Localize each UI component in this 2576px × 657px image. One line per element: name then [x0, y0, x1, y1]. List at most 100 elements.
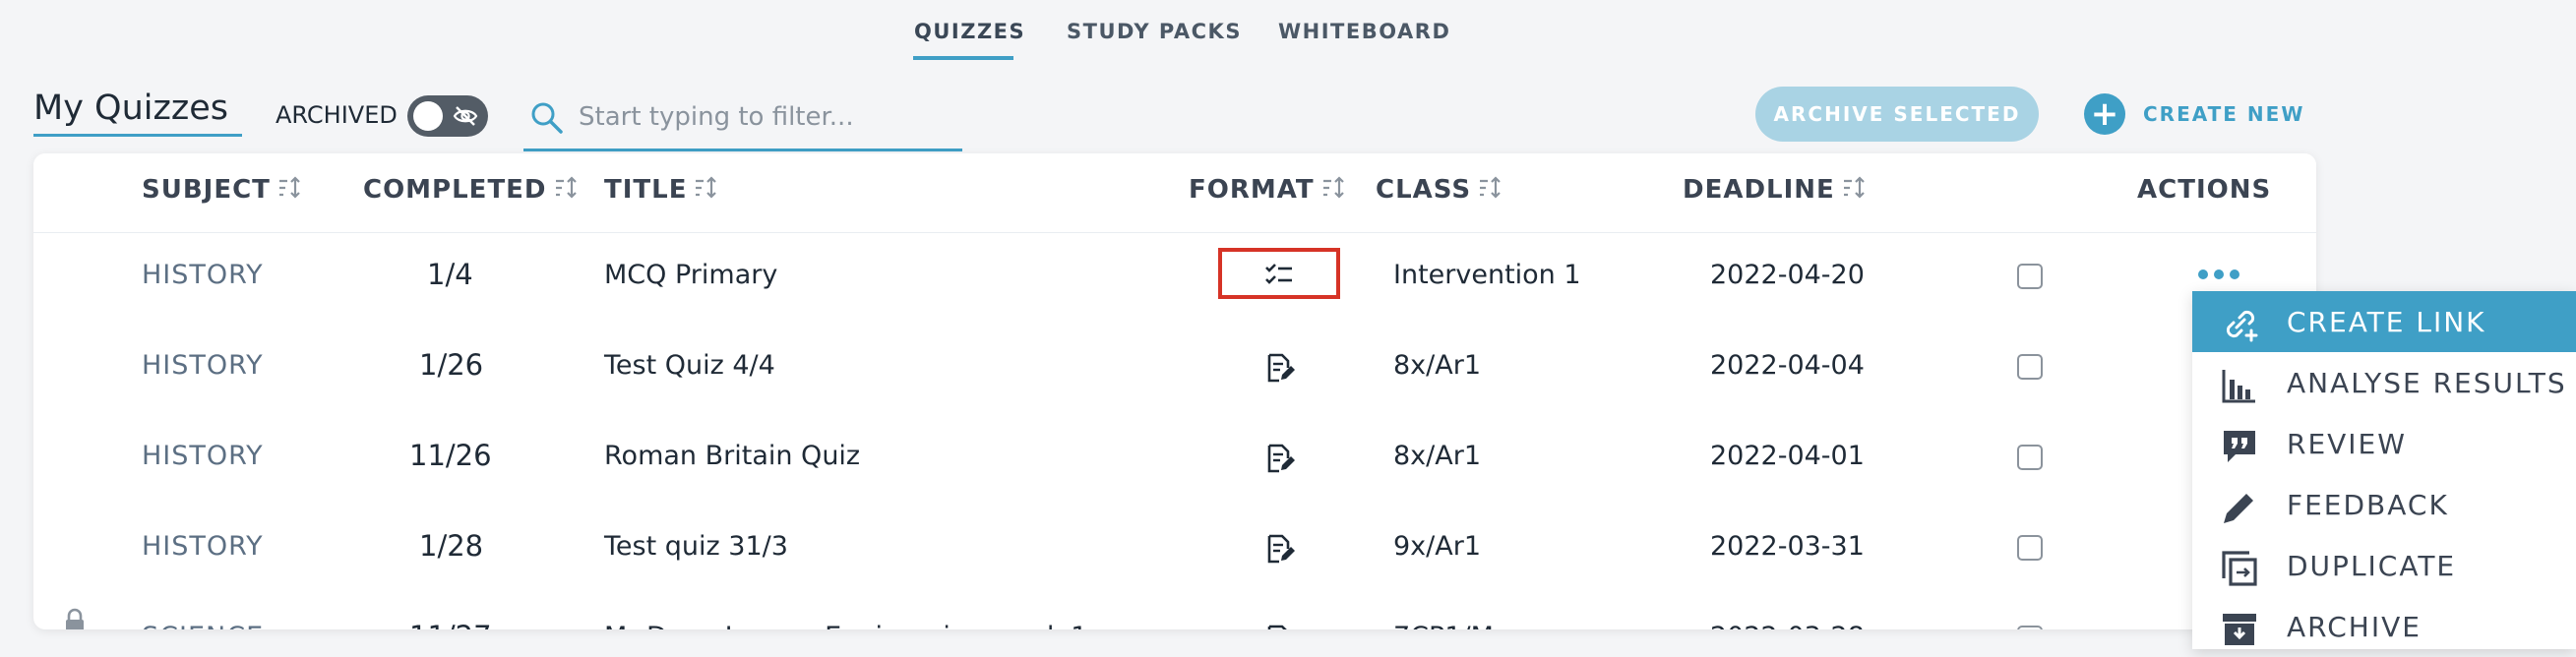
toggle-knob: [413, 101, 443, 131]
deadline-cell: 2022-04-01: [1710, 441, 1865, 471]
filter-search: [523, 87, 962, 151]
column-actions: ACTIONS: [2137, 175, 2272, 205]
sort-icon[interactable]: [1477, 175, 1504, 201]
search-underline: [523, 149, 962, 151]
column-deadline[interactable]: DEADLINE: [1683, 175, 1869, 205]
title-cell[interactable]: Mr Dean Lesson Engineering week 1: [604, 622, 1087, 629]
subject-cell: HISTORY: [142, 260, 264, 290]
menu-item-label: FEEDBACK: [2287, 489, 2449, 521]
edit-document-icon: [1267, 534, 1295, 564]
edit-document-icon: [1267, 444, 1295, 473]
archive-selected-button[interactable]: ARCHIVE SELECTED: [1755, 87, 2039, 142]
column-completed-label: COMPLETED: [363, 175, 547, 205]
menu-item-archive[interactable]: ARCHIVE: [2192, 596, 2576, 657]
title-cell[interactable]: Test Quiz 4/4: [604, 350, 775, 381]
column-format[interactable]: FORMAT: [1189, 175, 1348, 205]
menu-item-create-link[interactable]: CREATE LINK: [2192, 291, 2576, 352]
class-cell: 9x/Ar1: [1393, 531, 1482, 562]
lock-icon: [66, 608, 84, 629]
sort-icon[interactable]: [553, 175, 581, 201]
menu-item-label: ANALYSE RESULTS: [2287, 367, 2567, 399]
active-tab-indicator: [913, 56, 1013, 60]
bar-chart-icon: [2222, 370, 2255, 403]
completed-cell: 11/26: [409, 439, 492, 472]
menu-item-label: REVIEW: [2287, 428, 2407, 460]
menu-item-duplicate[interactable]: DUPLICATE: [2192, 535, 2576, 596]
format-highlight-box: [1218, 248, 1340, 299]
title-cell[interactable]: MCQ Primary: [604, 260, 777, 290]
class-cell: 8x/Ar1: [1393, 350, 1482, 381]
subject-cell: HISTORY: [142, 350, 264, 381]
quote-icon: [2224, 431, 2255, 462]
row-checkbox[interactable]: [2017, 535, 2043, 561]
sort-icon[interactable]: [1320, 175, 1348, 201]
eye-off-icon: [453, 106, 478, 126]
create-new-button[interactable]: + CREATE NEW: [2084, 92, 2304, 136]
title-cell[interactable]: Roman Britain Quiz: [604, 441, 860, 471]
menu-item-review[interactable]: REVIEW: [2192, 413, 2576, 474]
row-checkbox[interactable]: [2017, 354, 2043, 380]
table-row[interactable]: HISTORY 1/28 Test quiz 31/3 9x/Ar1 2022-…: [33, 504, 2316, 594]
column-class[interactable]: CLASS: [1376, 175, 1504, 205]
menu-item-analyse-results[interactable]: ANALYSE RESULTS: [2192, 352, 2576, 413]
create-new-label: CREATE NEW: [2143, 102, 2305, 126]
plus-icon: +: [2084, 93, 2125, 135]
sort-icon[interactable]: [276, 175, 304, 201]
column-completed[interactable]: COMPLETED: [363, 175, 581, 205]
title-underline: [33, 134, 242, 137]
class-cell: 7CP1/M: [1393, 622, 1494, 629]
table-header: SUBJECT COMPLETED TITLE FORMAT CLASS DEA…: [33, 153, 2316, 233]
deadline-cell: 2022-04-04: [1710, 350, 1865, 381]
row-checkbox[interactable]: [2017, 626, 2043, 629]
edit-document-icon: [1267, 353, 1295, 383]
search-input[interactable]: [577, 98, 954, 136]
tab-study-packs[interactable]: STUDY PACKS: [1067, 20, 1242, 43]
top-navigation: QUIZZES STUDY PACKS WHITEBOARD: [0, 0, 2576, 61]
tab-whiteboard[interactable]: WHITEBOARD: [1278, 20, 1450, 43]
row-checkbox[interactable]: [2017, 445, 2043, 470]
menu-item-label: ARCHIVE: [2287, 611, 2422, 643]
tab-quizzes[interactable]: QUIZZES: [914, 20, 1025, 43]
table-row[interactable]: HISTORY 1/4 MCQ Primary Intervention 1 2…: [33, 232, 2316, 323]
column-title[interactable]: TITLE: [604, 175, 720, 205]
sort-icon[interactable]: [1841, 175, 1869, 201]
subject-cell: HISTORY: [142, 531, 264, 562]
link-add-icon: [2226, 310, 2258, 342]
completed-cell: 1/26: [419, 348, 484, 382]
column-format-label: FORMAT: [1189, 175, 1315, 205]
subject-cell: HISTORY: [142, 441, 264, 471]
subject-cell: SCIENCE: [142, 622, 264, 629]
archived-toggle[interactable]: [407, 95, 488, 137]
column-subject[interactable]: SUBJECT: [142, 175, 304, 205]
column-subject-label: SUBJECT: [142, 175, 271, 205]
completed-cell: 11/27: [409, 620, 492, 629]
menu-item-label: CREATE LINK: [2287, 306, 2486, 338]
archive-icon: [2223, 614, 2256, 645]
page-title: My Quizzes: [33, 89, 229, 128]
edit-document-icon: [1267, 625, 1287, 629]
quizzes-table: SUBJECT COMPLETED TITLE FORMAT CLASS DEA…: [33, 153, 2316, 629]
title-cell[interactable]: Test quiz 31/3: [604, 531, 788, 562]
deadline-cell: 2022-03-28: [1710, 622, 1865, 629]
table-row[interactable]: HISTORY 11/26 Roman Britain Quiz 8x/Ar1 …: [33, 413, 2316, 504]
actions-menu: CREATE LINK ANALYSE RESULTS REVIEW FEEDB…: [2192, 291, 2576, 649]
class-cell: Intervention 1: [1393, 260, 1581, 290]
column-title-label: TITLE: [604, 175, 688, 205]
completed-cell: 1/28: [419, 529, 484, 563]
deadline-cell: 2022-04-20: [1710, 260, 1865, 290]
menu-item-label: DUPLICATE: [2287, 550, 2457, 582]
pen-icon: [2224, 494, 2253, 523]
column-class-label: CLASS: [1376, 175, 1472, 205]
more-actions-icon[interactable]: [2198, 268, 2247, 283]
sort-icon[interactable]: [693, 175, 720, 201]
deadline-cell: 2022-03-31: [1710, 531, 1865, 562]
table-row[interactable]: HISTORY 1/26 Test Quiz 4/4 8x/Ar1 2022-0…: [33, 323, 2316, 413]
archived-label: ARCHIVED: [276, 101, 398, 129]
completed-cell: 1/4: [427, 258, 473, 291]
column-deadline-label: DEADLINE: [1683, 175, 1835, 205]
menu-item-feedback[interactable]: FEEDBACK: [2192, 474, 2576, 535]
search-icon: [531, 102, 563, 134]
class-cell: 8x/Ar1: [1393, 441, 1482, 471]
row-checkbox[interactable]: [2017, 264, 2043, 289]
table-row[interactable]: SCIENCE 11/27 Mr Dean Lesson Engineering…: [33, 594, 2316, 629]
